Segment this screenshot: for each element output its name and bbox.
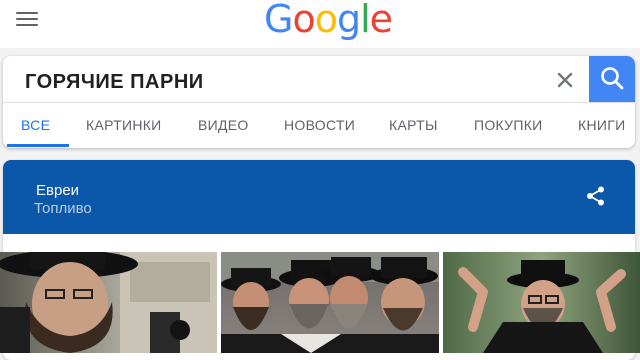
tab-maps[interactable]: КАРТЫ (389, 117, 438, 133)
google-logo[interactable]: Google (264, 0, 393, 38)
photo-man-gesturing (458, 260, 626, 353)
image-result-3[interactable] (443, 252, 640, 353)
image-result-1[interactable] (0, 252, 217, 353)
knowledge-panel-header[interactable]: Евреи Топливо (3, 160, 635, 234)
tab-all[interactable]: ВСЕ (21, 117, 50, 133)
active-tab-indicator (7, 144, 69, 147)
close-icon[interactable] (551, 66, 579, 94)
tab-news[interactable]: НОВОСТИ (284, 117, 355, 133)
search-tabs: ВСЕ КАРТИНКИ ВИДЕО НОВОСТИ КАРТЫ ПОКУПКИ… (3, 103, 635, 148)
top-bar: Google (0, 0, 640, 48)
search-button[interactable] (589, 56, 635, 102)
image-result-2[interactable] (221, 252, 439, 353)
knowledge-panel-subtitle: Топливо (34, 200, 92, 217)
tab-images[interactable]: КАРТИНКИ (86, 117, 162, 133)
image-strip (0, 252, 640, 353)
photo-man-with-beard (0, 252, 217, 353)
search-card: ВСЕ КАРТИНКИ ВИДЕО НОВОСТИ КАРТЫ ПОКУПКИ… (3, 56, 635, 148)
share-icon[interactable] (585, 185, 607, 207)
menu-icon[interactable] (16, 10, 40, 28)
tab-books[interactable]: КНИГИ (578, 117, 625, 133)
search-icon (601, 67, 624, 90)
tab-videos[interactable]: ВИДЕО (198, 117, 249, 133)
tab-shopping[interactable]: ПОКУПКИ (474, 117, 543, 133)
photo-group-of-men (221, 252, 439, 353)
knowledge-panel-title: Евреи (36, 182, 80, 199)
search-input[interactable] (23, 66, 547, 98)
